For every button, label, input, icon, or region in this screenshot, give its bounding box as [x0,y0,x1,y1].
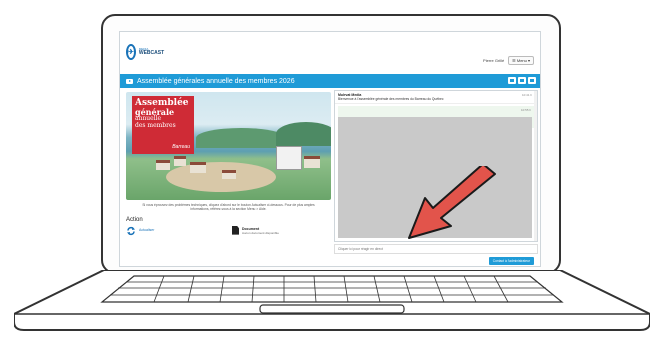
poster-brand: Barreau [172,144,190,150]
chat-time: 10:41 h [521,93,532,97]
user-name: Pierre Grillé [483,58,505,63]
laptop-keyboard-base [14,270,650,340]
chat-time: 10:55 h [520,108,531,112]
red-arrow-icon [408,166,496,239]
poster-house [156,160,170,170]
layout-toggle-icon[interactable] [508,77,516,84]
logo-mark-icon: ✈ [126,44,136,60]
poster-hill [276,122,331,146]
chat-text: Bienvenue à l'assemblée générale des mem… [338,97,444,101]
contact-admin-button[interactable]: Contact à l'administrateur [488,257,534,265]
chat-message: Mulrvat Media Bienvenue à l'assemblée gé… [335,91,537,104]
fullscreen-icon[interactable] [528,77,536,84]
poster-line-4: des membres [135,121,176,129]
video-play-icon [126,78,133,84]
poster-building [276,146,302,170]
poster-hill [196,128,286,148]
technical-notice: Si vous éprouvez des problèmes technique… [142,203,315,212]
top-bar: ✈ MEDIA WEBCAST Pierre Grillé ☰ Menu ▾ [120,32,540,74]
event-title-bar: Assemblée générales annuelle des membres… [120,74,540,88]
document-item: Document Aucun document disponible [232,225,279,235]
action-heading: Action [126,216,143,223]
document-icon [232,225,239,235]
refresh-icon [127,226,135,235]
menu-button[interactable]: ☰ Menu ▾ [508,56,534,65]
poster-house [190,162,206,173]
split-view-icon[interactable] [518,77,526,84]
chat-scrollbar[interactable] [534,91,537,241]
video-player[interactable]: Assemblée générale annuelle des membres … [126,92,331,200]
poster-house [222,170,236,179]
poster-house [174,156,186,166]
video-pane: Assemblée générale annuelle des membres … [126,92,331,266]
document-subtitle: Aucun document disponible [242,230,279,235]
logo-main-text: WEBCAST [138,50,165,56]
poster-title-box: Assemblée générale annuelle des membres … [132,96,194,154]
webcast-logo[interactable]: ✈ MEDIA WEBCAST [126,40,164,64]
refresh-button[interactable]: Actualiser [126,226,154,236]
refresh-label: Actualiser [139,227,155,232]
poster-house [304,156,320,168]
event-title: Assemblée générales annuelle des membres… [137,77,295,85]
poster-road [166,162,276,192]
